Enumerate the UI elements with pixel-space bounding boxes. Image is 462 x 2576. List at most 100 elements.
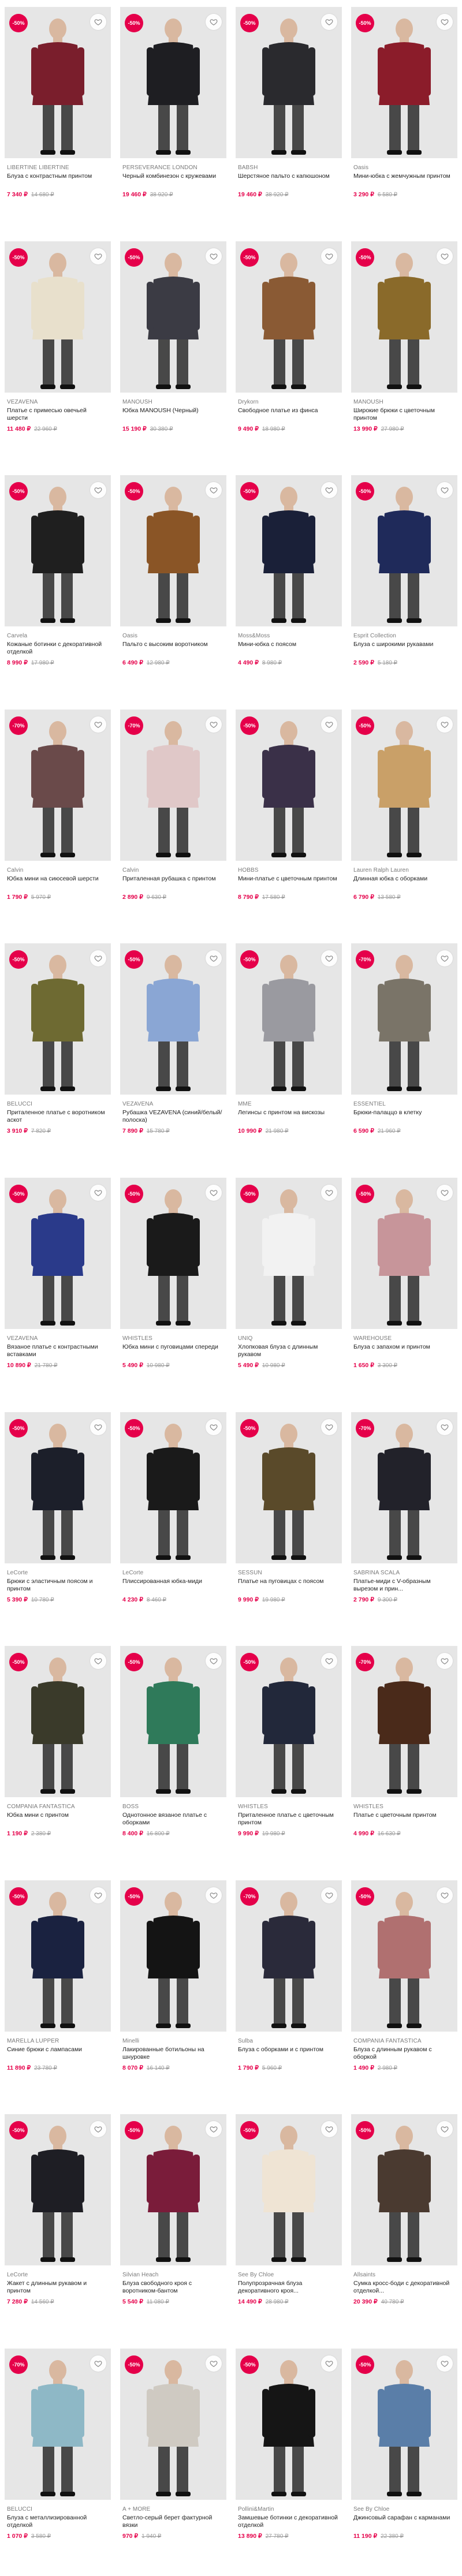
product-title[interactable]: Брюки-палаццо в клетку: [353, 1109, 455, 1124]
product-title[interactable]: Свободное платье из финса: [238, 407, 340, 422]
product-card[interactable]: -50% SESSUN Платье на пуговицах с поясом 9 …: [231, 1405, 346, 1640]
product-title[interactable]: Кожаные ботинки с декоративной отделкой: [7, 641, 109, 656]
product-title[interactable]: Блуза свободного кроя с воротником-банто…: [122, 2280, 224, 2295]
product-brand[interactable]: Esprit Collection: [353, 632, 455, 640]
favorite-heart-icon[interactable]: [206, 1184, 222, 1201]
favorite-heart-icon[interactable]: [90, 1653, 106, 1670]
product-card[interactable]: -70% Sulba Блуза с оборками и с принтом 1 7…: [231, 1873, 346, 2108]
favorite-heart-icon[interactable]: [321, 482, 337, 499]
favorite-heart-icon[interactable]: [321, 716, 337, 733]
favorite-heart-icon[interactable]: [206, 1653, 222, 1670]
product-brand[interactable]: See By Chloe: [353, 2506, 455, 2513]
product-card[interactable]: -50% BOSS Однотонное вязаное платье с обор…: [116, 1639, 231, 1873]
product-card[interactable]: -50% Oasis Пальто с высоким воротником 6 49…: [116, 468, 231, 703]
product-card[interactable]: -50% MARELLA LUPPER Синие брюки с лампасам…: [0, 1873, 116, 2108]
product-title[interactable]: Широкие брюки с цветочным принтом: [353, 407, 455, 422]
product-title[interactable]: Юбка MANOUSH (Черный): [122, 407, 224, 422]
favorite-heart-icon[interactable]: [437, 716, 453, 733]
product-title[interactable]: Приталенная рубашка с принтом: [122, 875, 224, 890]
product-brand[interactable]: LeCorte: [7, 2271, 109, 2279]
product-title[interactable]: Юбка мини с пуговицами спереди: [122, 1343, 224, 1358]
product-card[interactable]: -50% VEZAVENA Платье с примесью овечьей ше…: [0, 234, 116, 469]
product-brand[interactable]: VEZAVENA: [7, 1335, 109, 1342]
product-title[interactable]: Однотонное вязаное платье с оборками: [122, 1812, 224, 1827]
product-brand[interactable]: SABRINA SCALA: [353, 1569, 455, 1577]
favorite-heart-icon[interactable]: [206, 1418, 222, 1435]
favorite-heart-icon[interactable]: [437, 482, 453, 499]
product-card[interactable]: -50% Oasis Мини-юбка с жемчужным принтом 3 …: [346, 0, 462, 234]
product-brand[interactable]: Silvian Heach: [122, 2271, 224, 2279]
product-brand[interactable]: WAREHOUSE: [353, 1335, 455, 1342]
product-title[interactable]: Сумка кросс-боди с декоративной отделкой…: [353, 2280, 455, 2295]
product-card[interactable]: -50% Carvela Кожаные ботинки с декоративно…: [0, 468, 116, 703]
product-brand[interactable]: COMPANIA FANTASTICA: [7, 1803, 109, 1810]
product-card[interactable]: -50% VEZAVENA Рубашка VEZAVENA (синий/белы…: [116, 936, 231, 1171]
product-card[interactable]: -50% MANOUSH Юбка MANOUSH (Черный) 15 190 ₽…: [116, 234, 231, 469]
product-title[interactable]: Светло-серый берет фактурной вязки: [122, 2514, 224, 2529]
product-card[interactable]: -50% Esprit Collection Блуза с широкими ру…: [346, 468, 462, 703]
product-title[interactable]: Лакированные ботильоны на шнуровке: [122, 2046, 224, 2061]
product-brand[interactable]: LeCorte: [7, 1569, 109, 1577]
product-card[interactable]: -50% WHISTLES Приталенное платье с цветочн…: [231, 1639, 346, 1873]
product-title[interactable]: Брюки с эластичным поясом и принтом: [7, 1578, 109, 1593]
product-brand[interactable]: Oasis: [122, 632, 224, 640]
product-title[interactable]: Юбка мини на сиюсевой шерсти: [7, 875, 109, 890]
product-brand[interactable]: Carvela: [7, 632, 109, 640]
favorite-heart-icon[interactable]: [90, 716, 106, 733]
product-card[interactable]: -50% Lauren Ralph Lauren Длинная юбка с об…: [346, 703, 462, 937]
favorite-heart-icon[interactable]: [90, 1184, 106, 1201]
product-card[interactable]: -50% PERSEVERANCE LONDON Черный комбинезон…: [116, 0, 231, 234]
product-brand[interactable]: Calvin: [7, 867, 109, 874]
product-card[interactable]: -50% See By Chloe Полупрозрачная блуза дек…: [231, 2107, 346, 2342]
product-title[interactable]: Платье на пуговицах с поясом: [238, 1578, 340, 1593]
product-brand[interactable]: ESSENTIEL: [353, 1100, 455, 1108]
product-title[interactable]: Платье с цветочным принтом: [353, 1812, 455, 1827]
favorite-heart-icon[interactable]: [90, 14, 106, 30]
favorite-heart-icon[interactable]: [321, 1887, 337, 1903]
product-card[interactable]: -50% LeCorte Жакет с длинным рукавом и при…: [0, 2107, 116, 2342]
favorite-heart-icon[interactable]: [437, 1184, 453, 1201]
product-brand[interactable]: Lauren Ralph Lauren: [353, 867, 455, 874]
product-brand[interactable]: LeCorte: [122, 1569, 224, 1577]
favorite-heart-icon[interactable]: [321, 1653, 337, 1670]
product-brand[interactable]: MANOUSH: [353, 398, 455, 406]
product-brand[interactable]: See By Chloe: [238, 2271, 340, 2279]
product-title[interactable]: Мини-юбка с жемчужным принтом: [353, 173, 455, 188]
product-brand[interactable]: Moss&Moss: [238, 632, 340, 640]
favorite-heart-icon[interactable]: [90, 248, 106, 264]
favorite-heart-icon[interactable]: [90, 1418, 106, 1435]
product-title[interactable]: Блуза с оборками и с принтом: [238, 2046, 340, 2061]
product-brand[interactable]: COMPANIA FANTASTICA: [353, 2037, 455, 2045]
product-title[interactable]: Блуза с запахом и принтом: [353, 1343, 455, 1358]
product-card[interactable]: -50% Silvian Heach Блуза свободного кроя с…: [116, 2107, 231, 2342]
product-title[interactable]: Легинсы с принтом на вискозы: [238, 1109, 340, 1124]
product-title[interactable]: Шерстяное пальто с капюшоном: [238, 173, 340, 188]
product-card[interactable]: -50% COMPANIA FANTASTICA Блуза с длинным р…: [346, 1873, 462, 2108]
product-title[interactable]: Джинсовый сарафан с карманами: [353, 2514, 455, 2529]
product-title[interactable]: Длинная юбка с оборками: [353, 875, 455, 890]
product-brand[interactable]: WHISTLES: [122, 1335, 224, 1342]
favorite-heart-icon[interactable]: [90, 482, 106, 499]
product-title[interactable]: Приталенное платье с цветочным принтом: [238, 1812, 340, 1827]
favorite-heart-icon[interactable]: [206, 14, 222, 30]
product-title[interactable]: Мини-платье с цветочным принтом: [238, 875, 340, 890]
product-card[interactable]: -50% LeCorte Плиссированная юбка-миди 4 230…: [116, 1405, 231, 1640]
product-brand[interactable]: Pollini&Martin: [238, 2506, 340, 2513]
product-card[interactable]: -70% Calvin Юбка мини на сиюсевой шерсти 1 …: [0, 703, 116, 937]
product-brand[interactable]: VEZAVENA: [122, 1100, 224, 1108]
product-card[interactable]: -50% BELUCCI Приталенное платье с воротник…: [0, 936, 116, 1171]
product-card[interactable]: -50% LeCorte Брюки с эластичным поясом и п…: [0, 1405, 116, 1640]
product-card[interactable]: -50% COMPANIA FANTASTICA Юбка мини с принт…: [0, 1639, 116, 1873]
favorite-heart-icon[interactable]: [437, 1887, 453, 1903]
product-brand[interactable]: VEZAVENA: [7, 398, 109, 406]
product-brand[interactable]: MARELLA LUPPER: [7, 2037, 109, 2045]
product-card[interactable]: -70% ESSENTIEL Брюки-палаццо в клетку 6 590…: [346, 936, 462, 1171]
product-brand[interactable]: Sulba: [238, 2037, 340, 2045]
favorite-heart-icon[interactable]: [321, 248, 337, 264]
favorite-heart-icon[interactable]: [321, 1184, 337, 1201]
favorite-heart-icon[interactable]: [206, 716, 222, 733]
product-card[interactable]: -70% WHISTLES Платье с цветочным принтом 4 …: [346, 1639, 462, 1873]
product-brand[interactable]: MANOUSH: [122, 398, 224, 406]
product-brand[interactable]: SESSUN: [238, 1569, 340, 1577]
favorite-heart-icon[interactable]: [321, 1418, 337, 1435]
